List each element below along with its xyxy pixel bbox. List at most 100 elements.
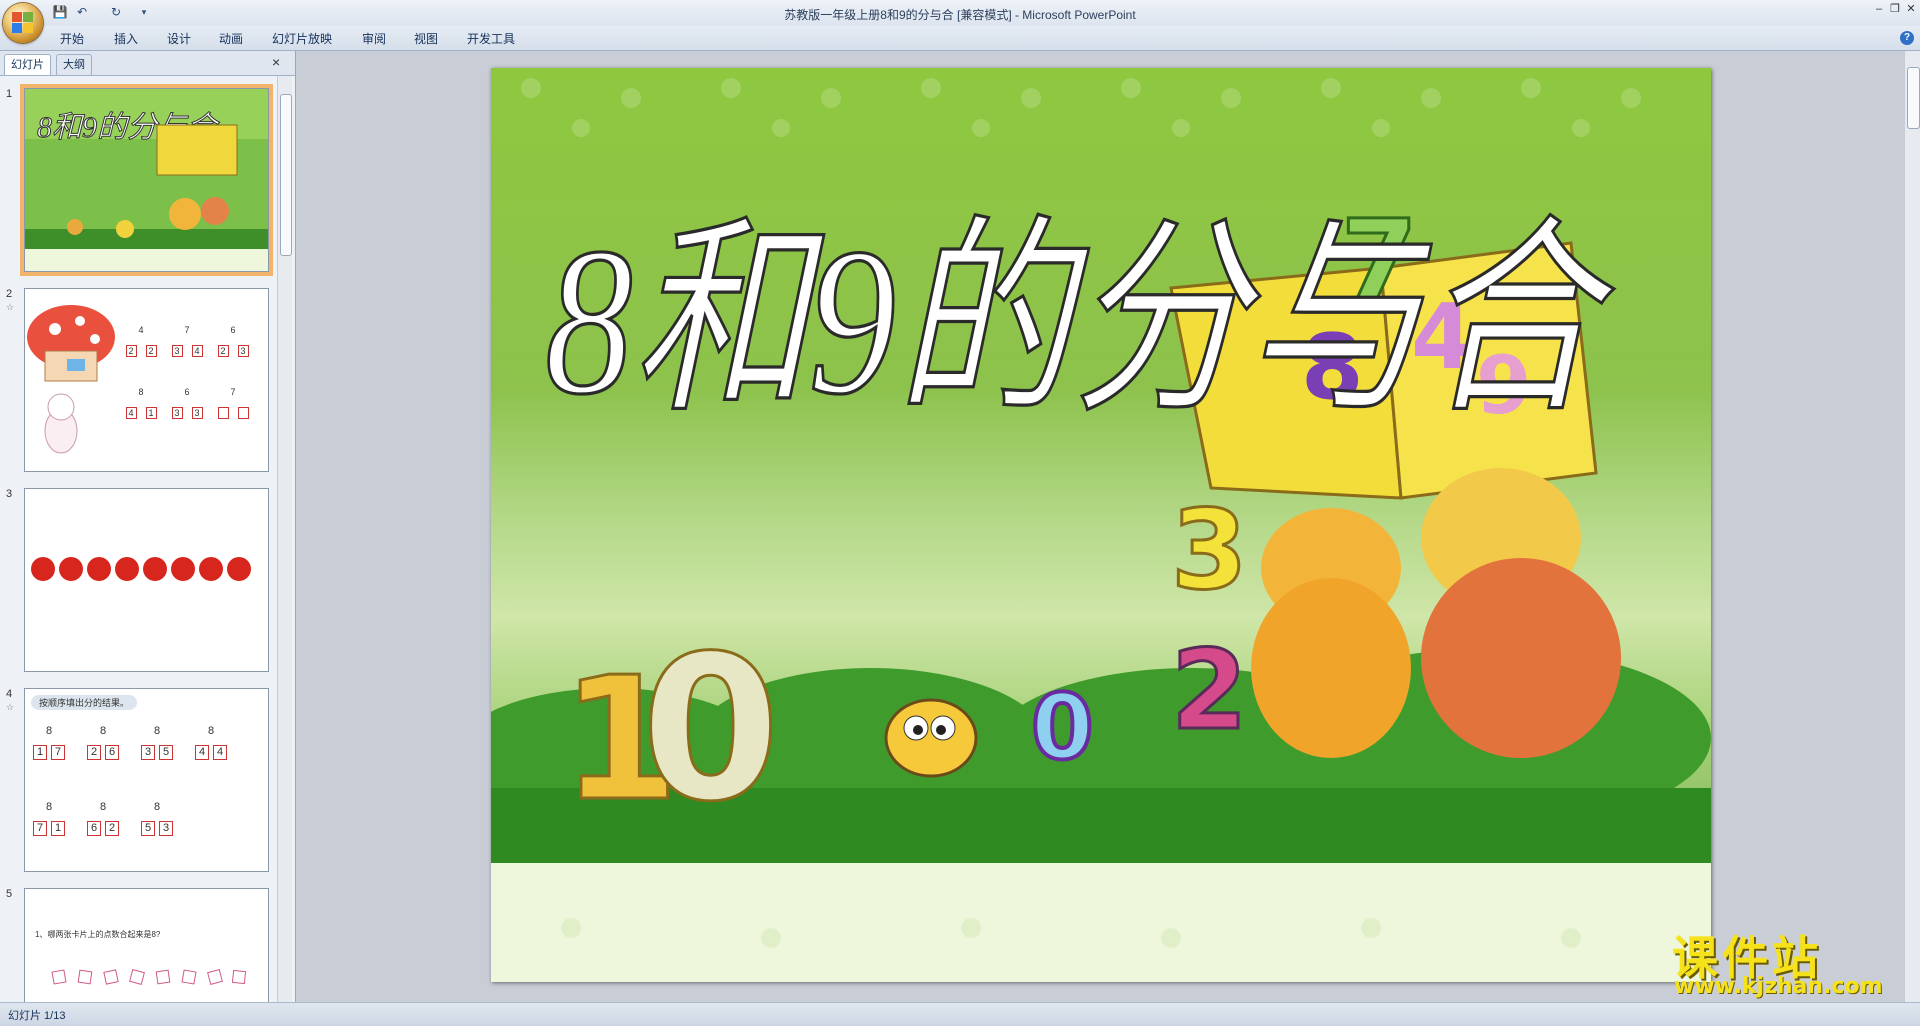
character-zero-small: 0 [1031, 675, 1094, 780]
character-two: 2 [1171, 626, 1248, 754]
decomposition-tree: 7 [213, 387, 253, 427]
tree-total: 8 [153, 801, 161, 813]
tree-total: 8 [153, 725, 161, 737]
title-bar: 💾 ↶ ↻ ▾ 苏教版一年级上册8和9的分与合 [兼容模式] - Microso… [0, 0, 1920, 27]
thumbnail-3[interactable] [24, 488, 269, 672]
animation-star-icon: ☆ [6, 302, 15, 312]
tree-total: 4 [138, 325, 144, 335]
tree-part: 3 [237, 345, 249, 357]
animation-star-icon: ☆ [6, 702, 15, 712]
decomposition-tree: 633 [167, 387, 207, 427]
tree-part: 2 [125, 345, 137, 357]
pane-tabs: 幻灯片 大纲 × [0, 51, 295, 76]
tab-review[interactable]: 审阅 [362, 30, 386, 47]
thumbnail-number: 4 [6, 688, 13, 700]
editor-scrollbar[interactable] [1904, 51, 1920, 1002]
thumbnail-heading: 按顺序填出分的结果。 [31, 695, 138, 710]
decomposition-tree: 422 [121, 325, 161, 365]
tree-part: 3 [171, 345, 183, 357]
decomposition-tree: 841 [121, 387, 161, 427]
thumbnail-2[interactable]: 4227346238416337 [24, 288, 269, 472]
thumbnail-1[interactable]: 8和9的分与合 [24, 88, 269, 272]
tree-total: 6 [184, 387, 190, 397]
character-three: 3 [1171, 486, 1248, 614]
slide-counter: 幻灯片 1/13 [8, 1010, 66, 1022]
tree-part: 4 [125, 407, 137, 419]
site-watermark: 课件站 www.kjzhan.com [1668, 922, 1904, 1002]
help-icon[interactable]: ? [1900, 31, 1914, 45]
thumbnail-4[interactable]: 按顺序填出分的结果。 817826835844 871862853 [24, 688, 269, 872]
decomposition-tree: 8 26 [81, 725, 125, 760]
tree-total: 8 [45, 725, 53, 737]
tree-part: 3 [141, 745, 155, 760]
close-pane-icon[interactable]: × [272, 54, 280, 70]
tab-outline[interactable]: 大纲 [56, 54, 92, 75]
tree-part [237, 407, 249, 419]
tree-total: 8 [138, 387, 144, 397]
tree-part: 2 [145, 345, 157, 357]
tree-total: 7 [184, 325, 190, 335]
tab-home[interactable]: 开始 [60, 30, 84, 47]
decomposition-tree: 8 53 [135, 801, 179, 836]
tree-total: 7 [230, 387, 236, 397]
tree-part: 5 [159, 745, 173, 760]
tree-part: 2 [105, 821, 119, 836]
tree-total: 8 [45, 801, 53, 813]
tab-slides[interactable]: 幻灯片 [4, 54, 51, 75]
watermark-url: www.kjzhan.com [1674, 974, 1883, 999]
tree-part: 2 [217, 345, 229, 357]
decomposition-tree: 8 62 [81, 801, 125, 836]
apples-row [31, 557, 251, 581]
thumbnail-number: 2 [6, 288, 13, 300]
tree-total: 8 [207, 725, 215, 737]
window-title: 苏教版一年级上册8和9的分与合 [兼容模式] - Microsoft Power… [784, 8, 1136, 22]
office-button[interactable] [3, 3, 43, 43]
tab-view[interactable]: 视图 [414, 30, 438, 47]
current-slide[interactable]: 8 4 9 1 0 7 3 2 0 8和9的分与合 [491, 68, 1711, 982]
tree-part: 7 [33, 821, 47, 836]
tab-insert[interactable]: 插入 [114, 30, 138, 47]
character-zero: 0 [641, 613, 780, 846]
decomposition-tree: 8 35 [135, 725, 179, 760]
thumbnail-5[interactable]: 1、哪两张卡片上的点数合起来是8? [24, 888, 269, 1002]
thumbnail-1-preview: 8和9的分与合 [25, 89, 268, 271]
thumbnail-number: 5 [6, 888, 13, 900]
ribbon-tabs: 开始 插入 设计 动画 幻灯片放映 审阅 视图 开发工具 ? [0, 26, 1920, 51]
thumbnail-number: 3 [6, 488, 13, 500]
decomposition-tree: 8 71 [27, 801, 71, 836]
tree-total: 6 [230, 325, 236, 335]
thumbnail-number: 1 [6, 88, 13, 100]
decomposition-tree: 8 44 [189, 725, 233, 760]
tab-slide-show[interactable]: 幻灯片放映 [272, 30, 332, 47]
decomposition-tree: 734 [167, 325, 207, 365]
slide-title[interactable]: 8和9的分与合 [544, 203, 1616, 440]
office-logo-icon [12, 12, 34, 34]
decomposition-tree: 8 17 [27, 725, 71, 760]
tab-animations[interactable]: 动画 [219, 30, 243, 47]
tree-part: 7 [51, 745, 65, 760]
tree-part: 1 [33, 745, 47, 760]
tree-total: 8 [99, 725, 107, 737]
tab-developer[interactable]: 开发工具 [467, 30, 515, 47]
tree-part: 3 [171, 407, 183, 419]
tab-design[interactable]: 设计 [167, 30, 191, 47]
tree-part: 1 [51, 821, 65, 836]
tree-part: 4 [213, 745, 227, 760]
slide-canvas: 8 4 9 1 0 7 3 2 0 8和9的分与合 [491, 68, 1711, 982]
scrollbar-thumb[interactable] [1907, 67, 1920, 129]
tree-part: 3 [159, 821, 173, 836]
tree-part: 6 [105, 745, 119, 760]
thumbnail-scrollbar[interactable] [277, 76, 292, 1002]
close-button[interactable]: ✕ [1902, 2, 1920, 16]
scrollbar-thumb[interactable] [280, 94, 292, 256]
tree-total: 8 [99, 801, 107, 813]
status-bar: 幻灯片 1/13 [0, 1002, 1920, 1026]
slides-pane: 幻灯片 大纲 × 1 8和9的分与合 2 ☆ 4 2 2 7 3 4 6 2 3… [0, 51, 296, 1002]
tree-part: 2 [87, 745, 101, 760]
tree-part: 4 [195, 745, 209, 760]
decomposition-trees: 4227346238416337 [121, 325, 261, 445]
thumbnail-list: 1 8和9的分与合 2 ☆ 4 2 2 7 3 4 6 2 3 8 4 1 6 … [0, 76, 277, 1002]
decomposition-tree: 623 [213, 325, 253, 365]
tree-part [217, 407, 229, 419]
decomposition-row: 8 71 8 62 8 53 [27, 801, 267, 861]
